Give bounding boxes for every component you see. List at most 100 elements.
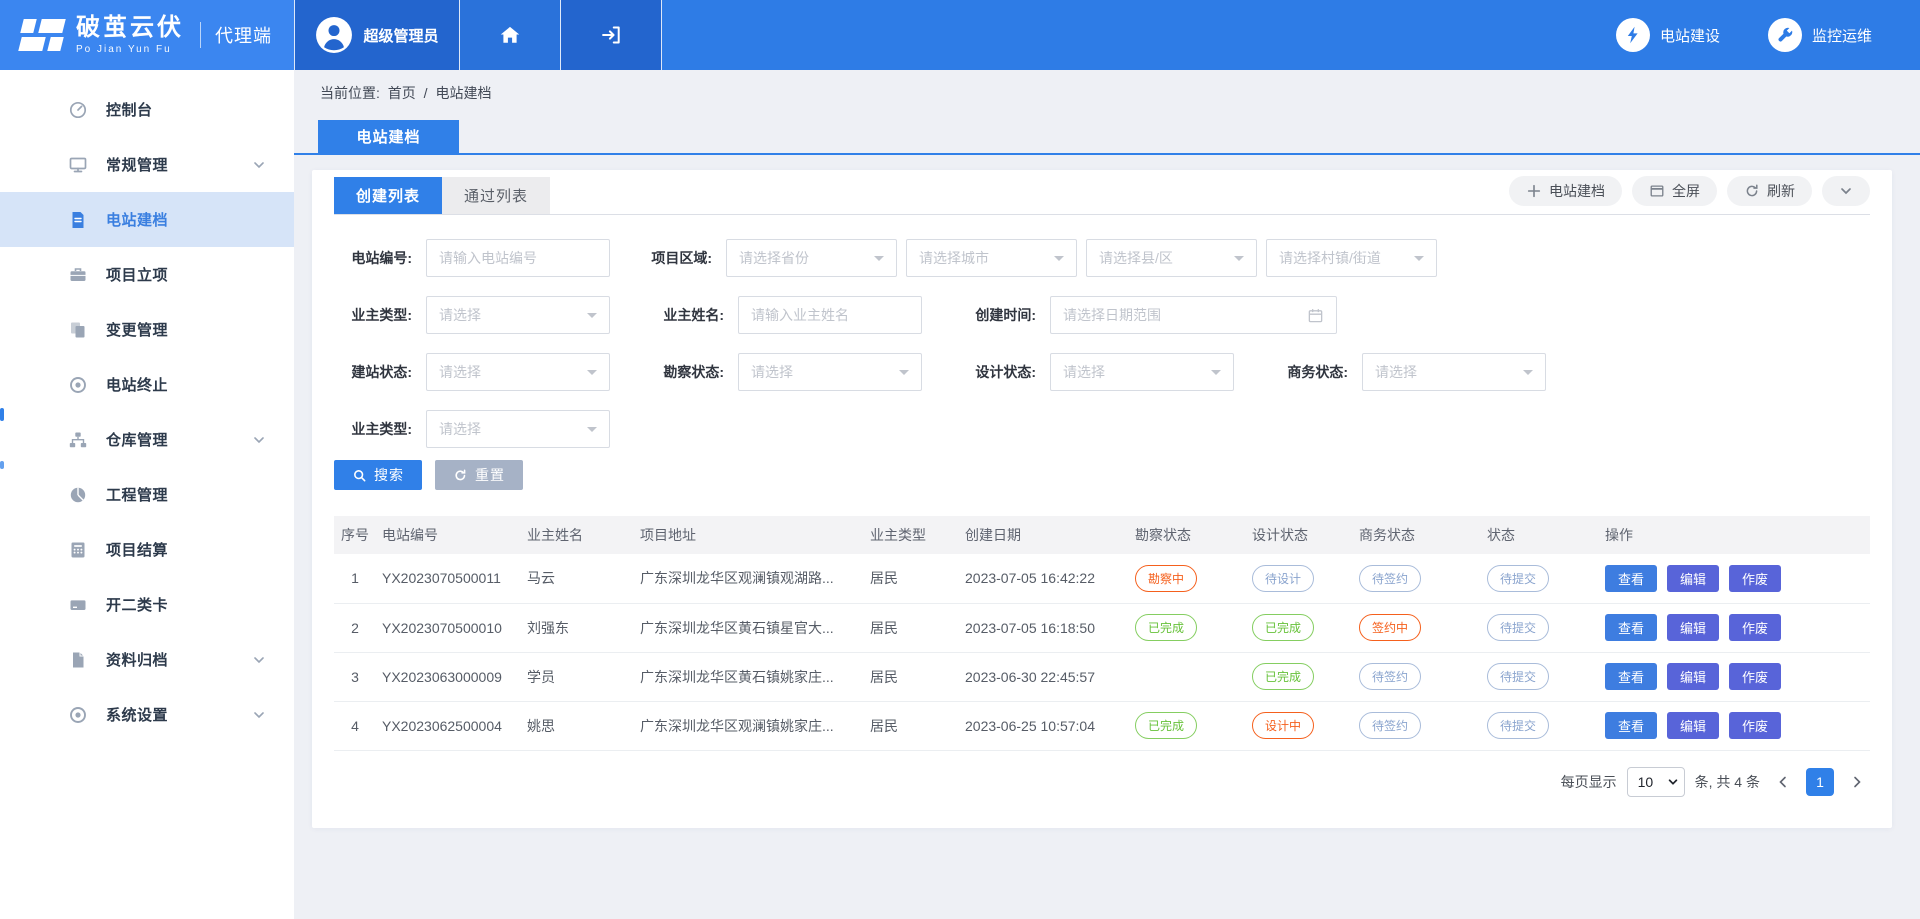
build-status-label: 建站状态: xyxy=(334,362,412,382)
chevron-down-icon xyxy=(252,433,266,447)
table-row: 4 YX2023062500004 姚思 广东深圳龙华区观澜镇姚家庄... 居民… xyxy=(334,701,1870,750)
design-status-badge: 待设计 xyxy=(1252,565,1314,592)
reset-icon xyxy=(453,468,468,483)
top-bar: 破茧云伏 Po Jian Yun Fu 代理端 超级管理员 电站建设 xyxy=(0,0,1920,70)
build-status-select[interactable]: 请选择 xyxy=(426,353,610,391)
sidebar-item-project-initiation[interactable]: 项目立项 xyxy=(0,247,294,302)
reset-button[interactable]: 重置 xyxy=(435,460,523,490)
invalidate-button[interactable]: 作废 xyxy=(1729,614,1781,641)
home-button[interactable] xyxy=(460,0,561,70)
edit-button[interactable]: 编辑 xyxy=(1667,565,1719,592)
design-status-badge: 设计中 xyxy=(1252,712,1314,739)
filter-actions: 搜索 重置 xyxy=(334,460,1870,490)
caret-down-icon xyxy=(1523,370,1533,380)
business-status-badge: 待签约 xyxy=(1359,712,1421,739)
view-button[interactable]: 查看 xyxy=(1605,663,1657,690)
design-status-badge: 已完成 xyxy=(1252,614,1314,641)
breadcrumb-current: 电站建档 xyxy=(435,85,491,101)
province-select[interactable]: 请选择省份 xyxy=(726,239,897,277)
logout-button[interactable] xyxy=(561,0,662,70)
search-button[interactable]: 搜索 xyxy=(334,460,422,490)
owner-name-label: 业主姓名: xyxy=(646,305,724,325)
tab-create-list[interactable]: 创建列表 xyxy=(334,177,442,214)
search-icon xyxy=(352,468,367,483)
breadcrumb-home[interactable]: 首页 xyxy=(388,85,416,101)
page-tab-station-archive[interactable]: 电站建档 xyxy=(318,120,459,153)
briefcase-icon xyxy=(68,265,88,285)
sidebar-item-engineering-mgmt[interactable]: 工程管理 xyxy=(0,467,294,522)
sidebar-item-station-terminate[interactable]: 电站终止 xyxy=(0,357,294,412)
card-icon xyxy=(68,595,88,615)
status-badge: 待提交 xyxy=(1487,614,1549,641)
sidebar-item-general-mgmt[interactable]: 常规管理 xyxy=(0,137,294,192)
table-row: 1 YX2023070500011 马云 广东深圳龙华区观澜镇观湖路... 居民… xyxy=(334,554,1870,603)
per-page-select[interactable]: 10 xyxy=(1627,767,1685,797)
accent-line xyxy=(294,153,1920,155)
list-panel: 创建列表 通过列表 电站建档 全屏 刷新 xyxy=(312,170,1892,828)
sidebar-scrollbar[interactable] xyxy=(0,408,4,421)
city-select[interactable]: 请选择城市 xyxy=(906,239,1077,277)
avatar-icon xyxy=(315,16,353,54)
town-select[interactable]: 请选择村镇/街道 xyxy=(1266,239,1437,277)
view-button[interactable]: 查看 xyxy=(1605,712,1657,739)
caret-down-icon xyxy=(874,256,884,266)
design-status-select[interactable]: 请选择 xyxy=(1050,353,1234,391)
chevron-down-icon xyxy=(252,653,266,667)
sidebar-item-warehouse-mgmt[interactable]: 仓库管理 xyxy=(0,412,294,467)
invalidate-button[interactable]: 作废 xyxy=(1729,712,1781,739)
sidebar-item-data-archive[interactable]: 资料归档 xyxy=(0,632,294,687)
breadcrumb-label: 当前位置: xyxy=(320,85,380,101)
table-header-row: 序号 电站编号 业主姓名 项目地址 业主类型 创建日期 勘察状态 设计状态 商务… xyxy=(334,516,1870,554)
business-status-select[interactable]: 请选择 xyxy=(1362,353,1546,391)
logo-subtitle: Po Jian Yun Fu xyxy=(76,44,184,55)
sidebar-scrollbar[interactable] xyxy=(0,461,4,469)
survey-status-select[interactable]: 请选择 xyxy=(738,353,922,391)
settings-icon xyxy=(68,705,88,725)
next-page-button[interactable] xyxy=(1844,768,1870,796)
caret-down-icon xyxy=(1054,256,1064,266)
county-select[interactable]: 请选择县/区 xyxy=(1086,239,1257,277)
logo-title: 破茧云伏 xyxy=(76,15,184,41)
sidebar-item-console[interactable]: 控制台 xyxy=(0,82,294,137)
view-button[interactable]: 查看 xyxy=(1605,565,1657,592)
sidebar-item-open-card[interactable]: 开二类卡 xyxy=(0,577,294,632)
file-icon xyxy=(68,650,88,670)
plus-icon xyxy=(1526,183,1542,199)
edit-button[interactable]: 编辑 xyxy=(1667,712,1719,739)
tab-passed-list[interactable]: 通过列表 xyxy=(442,177,550,214)
owner-type2-select[interactable]: 请选择 xyxy=(426,410,610,448)
status-badge: 待提交 xyxy=(1487,712,1549,739)
refresh-button[interactable]: 刷新 xyxy=(1727,176,1812,206)
sitemap-icon xyxy=(68,430,88,450)
refresh-icon xyxy=(1744,183,1760,199)
page-number-1[interactable]: 1 xyxy=(1806,768,1834,796)
view-button[interactable]: 查看 xyxy=(1605,614,1657,641)
region-label: 项目区域: xyxy=(634,248,712,268)
owner-name-input[interactable]: 请输入业主姓名 xyxy=(738,296,922,334)
invalidate-button[interactable]: 作废 xyxy=(1729,565,1781,592)
edit-button[interactable]: 编辑 xyxy=(1667,614,1719,641)
collapse-toolbar-button[interactable] xyxy=(1822,176,1870,206)
edit-button[interactable]: 编辑 xyxy=(1667,663,1719,690)
station-table: 序号 电站编号 业主姓名 项目地址 业主类型 创建日期 勘察状态 设计状态 商务… xyxy=(334,516,1870,751)
chevron-down-icon xyxy=(252,158,266,172)
owner-type-select[interactable]: 请选择 xyxy=(426,296,610,334)
nav-station-build-label: 电站建设 xyxy=(1660,25,1720,46)
nav-station-build[interactable]: 电站建设 xyxy=(1616,18,1720,52)
status-badge: 待提交 xyxy=(1487,663,1549,690)
prev-page-button[interactable] xyxy=(1770,768,1796,796)
station-code-label: 电站编号: xyxy=(334,248,412,268)
nav-monitor-ops[interactable]: 监控运维 xyxy=(1768,18,1872,52)
sidebar-item-station-archive[interactable]: 电站建档 xyxy=(0,192,294,247)
invalidate-button[interactable]: 作废 xyxy=(1729,663,1781,690)
sidebar-item-system-settings[interactable]: 系统设置 xyxy=(0,687,294,742)
sidebar-item-project-settlement[interactable]: 项目结算 xyxy=(0,522,294,577)
fullscreen-button[interactable]: 全屏 xyxy=(1632,176,1717,206)
toolbar: 电站建档 全屏 刷新 xyxy=(1509,176,1870,214)
breadcrumb: 当前位置: 首页 / 电站建档 xyxy=(294,70,1920,103)
station-code-input[interactable]: 请输入电站编号 xyxy=(426,239,610,277)
sidebar-item-change-mgmt[interactable]: 变更管理 xyxy=(0,302,294,357)
date-range-input[interactable]: 请选择日期范围 xyxy=(1050,296,1337,334)
create-station-button[interactable]: 电站建档 xyxy=(1509,176,1622,206)
user-menu[interactable]: 超级管理员 xyxy=(294,0,460,70)
